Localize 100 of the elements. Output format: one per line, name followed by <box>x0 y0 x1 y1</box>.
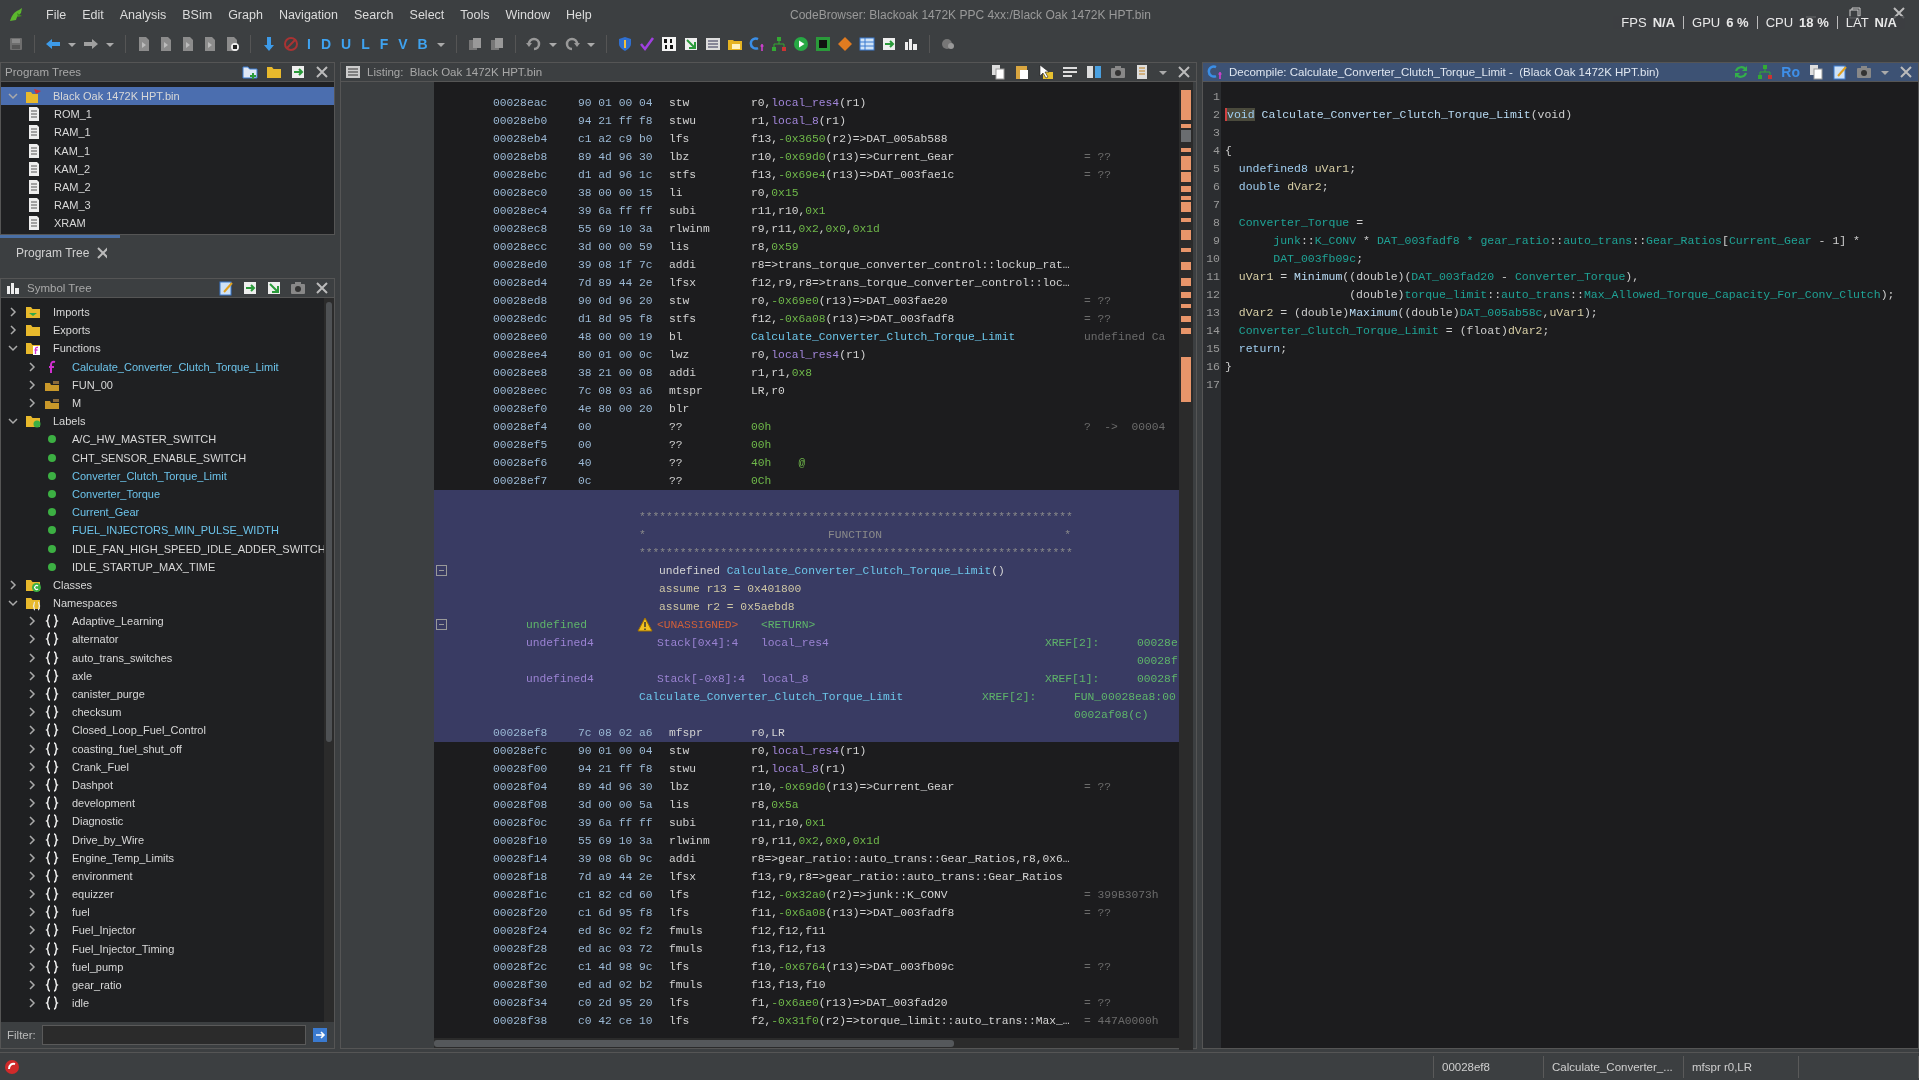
tree-item[interactable]: development <box>72 797 135 810</box>
tree-item[interactable]: Imports <box>53 306 90 319</box>
xref-link[interactable]: 00028f <box>1137 673 1178 685</box>
listing-row[interactable]: 00028ee8 38 21 00 08 addi r1,r1,0x8 <box>434 364 1179 382</box>
tree-item[interactable]: Adaptive_Learning <box>72 615 164 628</box>
notepad-icon[interactable] <box>1832 64 1848 80</box>
save-icon[interactable] <box>8 35 24 52</box>
listing-row[interactable]: 00028f18 7d a9 44 2e lfsx f13,r9,r8=>gear_ratio::auto_trans::Gear_Ratios <box>434 868 1179 886</box>
import-icon[interactable] <box>880 35 897 52</box>
column-list-icon[interactable] <box>1134 64 1150 80</box>
tree-item[interactable]: RAM_2 <box>54 181 91 194</box>
camera-icon[interactable] <box>1110 64 1126 80</box>
listing-row[interactable]: 00028ec4 39 6a ff ff subi r11,r10,0x1 <box>434 202 1179 220</box>
tree-item[interactable]: Current_Gear <box>72 506 140 519</box>
listing-row[interactable]: 00028f04 89 4d 96 30 lbz r10,-0x69d0(r13)=>Current_Gear = ?? <box>434 778 1179 796</box>
tree-row[interactable]: ROM_1 <box>1 105 334 124</box>
collapse-icon[interactable] <box>434 563 448 579</box>
menu-item[interactable]: BSim <box>174 4 221 26</box>
tree-item[interactable]: M <box>72 397 82 410</box>
listing-row[interactable]: undefined Calculate_Converter_Clutch_Torque_Limit() <box>434 562 1179 580</box>
page-icon[interactable] <box>180 35 196 52</box>
page-icon[interactable] <box>158 35 174 52</box>
tree-item[interactable]: KAM_2 <box>54 162 91 175</box>
close-icon[interactable] <box>1176 64 1192 80</box>
notepad-icon[interactable] <box>218 280 234 296</box>
graph-icon[interactable] <box>1757 64 1774 80</box>
tree-item[interactable]: gear_ratio <box>72 979 122 992</box>
tree-item[interactable]: environment <box>72 869 133 882</box>
copy-icon[interactable] <box>1808 64 1824 80</box>
tree-item[interactable]: coasting_fuel_shut_off <box>72 742 182 755</box>
listing-row[interactable]: 00028ee0 48 00 00 19 bl Calculate_Converter_Clutch_Torque_Limit undefined Ca <box>434 328 1179 346</box>
tree-item[interactable]: Black Oak 1472K HPT.bin <box>53 90 180 103</box>
decompiler-icon[interactable] <box>748 35 765 52</box>
tree-item[interactable]: Calculate_Converter_Clutch_Torque_Limit <box>72 360 279 373</box>
listing-row[interactable]: 00028eac 90 01 00 04 stw r0,local_res4(r1) <box>434 94 1179 112</box>
menu-item[interactable]: Edit <box>74 4 112 26</box>
listing-row[interactable]: 00028f30 ed ad 02 b2 fmuls f13,f13,f10 <box>434 976 1179 994</box>
menu-item[interactable]: Navigation <box>270 4 346 26</box>
collapse-icon[interactable] <box>434 617 448 633</box>
tree-item[interactable]: FUEL_INJECTORS_MIN_PULSE_WIDTH <box>72 524 279 537</box>
xref-link[interactable]: 00028e <box>1137 637 1178 649</box>
tree-item[interactable]: FUN_00 <box>72 378 113 391</box>
page-icon[interactable] <box>202 35 218 52</box>
toolbar-button[interactable]: L <box>359 35 372 52</box>
listing-row[interactable]: undefined4 Stack[-0x8]:4 local_8 XREF[1]: 00028f <box>434 670 1179 688</box>
copy-icon[interactable] <box>990 64 1006 80</box>
function-signature[interactable]: undefined Calculate_Converter_Clutch_Torque_Limit() <box>659 565 1005 577</box>
menu-item[interactable]: Graph <box>220 4 271 26</box>
tree-item[interactable]: Namespaces <box>53 597 118 610</box>
listing-row[interactable]: assume r13 = 0x401800 <box>434 580 1179 598</box>
listing-row[interactable]: 00028ef6 40 ?? 40h @ <box>434 454 1179 472</box>
tree-item[interactable]: fuel <box>72 906 90 919</box>
listing-row[interactable]: 00028ec8 55 69 10 3a rlwinm r9,r11,0x2,0x0,0x1d <box>434 220 1179 238</box>
listing-row[interactable]: 00028edc d1 8d 95 f8 stfs f12,-0x6a08(r13)=>DAT_003fadf8 = ?? <box>434 310 1179 328</box>
listing-row[interactable]: 00028ef0 4e 80 00 20 blr <box>434 400 1179 418</box>
redo-icon[interactable] <box>563 35 580 52</box>
tree-item[interactable]: Closed_Loop_Fuel_Control <box>72 724 206 737</box>
import-icon[interactable] <box>242 280 258 296</box>
tree-graph-icon[interactable] <box>770 35 787 52</box>
listing-row[interactable]: 00028ebc d1 ad 96 1c stfs f13,-0x69e4(r13)=>DAT_003fae1c = ?? <box>434 166 1179 184</box>
scrollbar[interactable] <box>324 298 334 1022</box>
camera-icon[interactable] <box>1856 64 1872 80</box>
menu-item[interactable]: Help <box>557 4 600 26</box>
camera-icon[interactable] <box>290 280 306 296</box>
listing-row[interactable]: 00028f0c 39 6a ff ff subi r11,r10,0x1 <box>434 814 1179 832</box>
tree-item[interactable]: Diagnostic <box>72 815 124 828</box>
toolbar-button[interactable]: B <box>415 35 430 52</box>
checkmark-icon[interactable] <box>638 35 655 52</box>
play-icon[interactable] <box>792 35 809 52</box>
listing-row[interactable]: 00028f24 ed 8c 02 f2 fmuls f12,f12,f11 <box>434 922 1179 940</box>
tree-item[interactable]: fuel_pump <box>72 960 124 973</box>
listing-row[interactable]: 00028f20 c1 6d 95 f8 lfs f11,-0x6a08(r13)=>DAT_003fadf8 = ?? <box>434 904 1179 922</box>
menu-item[interactable]: Search <box>345 4 402 26</box>
tree-row[interactable]: XRAM <box>1 214 334 233</box>
shield-icon[interactable] <box>616 35 633 52</box>
tree-item[interactable]: Converter_Clutch_Torque_Limit <box>72 469 227 482</box>
close-icon[interactable] <box>314 64 330 80</box>
listing-row[interactable]: 00028ed8 90 0d 96 20 stw r0,-0x69e0(r13)=>DAT_003fae20 = ?? <box>434 292 1179 310</box>
listing-row[interactable]: undefined4 Stack[0x4]:4 local_res4 XREF[2]: 00028e <box>434 634 1179 652</box>
listing-row[interactable]: assume r2 = 0x5aebd8 <box>434 598 1179 616</box>
tree-row[interactable]: KAM_2 <box>1 159 334 178</box>
tree-row[interactable]: KAM_1 <box>1 141 334 160</box>
tree-item[interactable]: Crank_Fuel <box>72 760 129 773</box>
menu-item[interactable]: Window <box>497 4 558 26</box>
close-icon[interactable] <box>1898 64 1914 80</box>
export-icon[interactable] <box>682 35 699 52</box>
cursor-icon[interactable] <box>1038 64 1054 80</box>
refresh-icon[interactable] <box>1733 64 1750 80</box>
listing-row[interactable]: 00028f14 39 08 6b 9c addi r8=>gear_ratio::auto_trans::Gear_Ratios,r8,0x6… <box>434 850 1179 868</box>
xref-link[interactable]: 0002af08(c) <box>1074 709 1149 721</box>
tree-item[interactable]: Labels <box>53 415 86 428</box>
tree-item[interactable]: Dashpot <box>72 778 113 791</box>
toolbar-button[interactable]: D <box>318 35 333 52</box>
tree-row[interactable]: RAM_2 <box>1 177 334 197</box>
page-stop-icon[interactable] <box>224 35 240 52</box>
tree-item[interactable]: idle <box>72 997 90 1010</box>
close-icon[interactable] <box>95 245 108 261</box>
tree-item[interactable]: Converter_Torque <box>72 487 161 500</box>
listing-row[interactable]: undefined <UNASSIGNED> <RETURN> <box>434 616 1179 634</box>
tree-item[interactable]: XRAM <box>54 217 86 230</box>
